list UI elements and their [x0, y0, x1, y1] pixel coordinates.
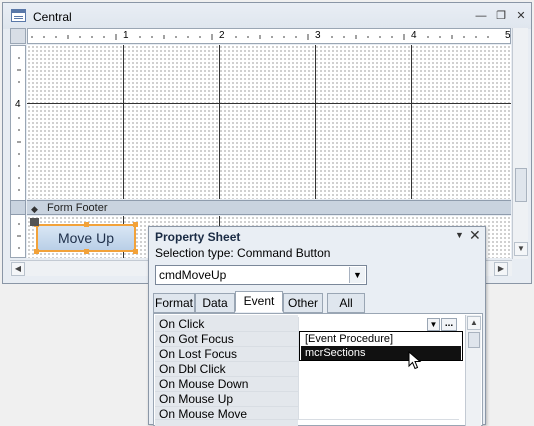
- property-name: On Click: [159, 317, 205, 331]
- tab-format[interactable]: Format: [153, 293, 195, 313]
- close-icon[interactable]: ✕: [469, 227, 481, 244]
- minimize-icon[interactable]: —: [473, 9, 489, 23]
- section-selector[interactable]: [10, 200, 26, 215]
- grid-line: [27, 103, 511, 104]
- scroll-left-icon[interactable]: ◀: [11, 262, 25, 276]
- form-footer-bar[interactable]: ◆ Form Footer: [27, 200, 511, 215]
- property-value[interactable]: [298, 377, 459, 392]
- horizontal-ruler[interactable]: 1 2 3 4 5: [27, 28, 511, 44]
- property-sheet: Property Sheet ▼ ✕ Selection type: Comma…: [148, 226, 486, 426]
- property-name: On Mouse Down: [159, 377, 249, 391]
- selection-handle[interactable]: [133, 249, 138, 254]
- ruler-label: 2: [219, 30, 225, 41]
- selection-handle[interactable]: [34, 249, 39, 254]
- grid-line: [219, 45, 220, 199]
- chevron-down-icon[interactable]: ▼: [427, 318, 440, 331]
- selection-handle[interactable]: [84, 249, 89, 254]
- grid-line: [315, 45, 316, 199]
- selection-handle[interactable]: [133, 222, 138, 227]
- property-name: On Got Focus: [159, 332, 234, 346]
- window-title: Central: [33, 10, 72, 24]
- event-dropdown-list[interactable]: [Event Procedure] mcrSections: [299, 331, 463, 361]
- form-selector[interactable]: [10, 28, 26, 44]
- window-titlebar[interactable]: Central — ❐ ✕: [3, 3, 531, 29]
- restore-icon[interactable]: ❐: [493, 9, 509, 23]
- tab-event[interactable]: Event: [235, 291, 283, 312]
- mouse-pointer-icon: [408, 351, 422, 370]
- property-row-on-click[interactable]: On Click: [155, 317, 459, 332]
- detail-section[interactable]: [27, 45, 511, 199]
- property-row-on-mouse-down[interactable]: On Mouse Down: [155, 377, 459, 392]
- grid-line: [411, 45, 412, 199]
- scroll-up-icon[interactable]: ▲: [467, 316, 481, 330]
- close-icon[interactable]: ✕: [513, 9, 529, 23]
- ruler-ticks: [31, 34, 489, 40]
- tab-all[interactable]: All: [327, 293, 365, 313]
- ruler-label: 4: [15, 99, 21, 110]
- ruler-label: 5: [505, 30, 511, 41]
- selection-handle[interactable]: [84, 222, 89, 227]
- tab-data[interactable]: Data: [195, 293, 235, 313]
- grid-line: [123, 45, 124, 199]
- scroll-thumb[interactable]: [468, 332, 480, 348]
- tab-other[interactable]: Other: [283, 293, 323, 313]
- property-row-on-mouse-move[interactable]: On Mouse Move: [155, 407, 459, 420]
- form-icon: [11, 9, 26, 22]
- property-name: On Dbl Click: [159, 362, 226, 376]
- section-icon: ◆: [31, 204, 38, 214]
- dropdown-option-event-procedure[interactable]: [Event Procedure]: [301, 332, 461, 346]
- scroll-right-icon[interactable]: ▶: [494, 262, 508, 276]
- property-name: On Lost Focus: [159, 347, 238, 361]
- ruler-ticks: [17, 57, 21, 249]
- property-value[interactable]: [298, 362, 459, 377]
- property-scrollbar[interactable]: ▲: [465, 315, 481, 426]
- selection-type-label: Selection type: Command Button: [155, 246, 331, 260]
- vertical-scrollbar[interactable]: ▼: [512, 28, 528, 259]
- property-sheet-title: Property Sheet: [155, 230, 241, 244]
- move-handle[interactable]: [30, 218, 39, 226]
- scroll-down-icon[interactable]: ▼: [514, 242, 528, 256]
- pane-menu-icon[interactable]: ▼: [455, 230, 464, 240]
- property-value[interactable]: [298, 407, 459, 419]
- chevron-down-icon[interactable]: ▼: [349, 267, 365, 283]
- ruler-label: 1: [123, 30, 129, 41]
- property-name: On Mouse Move: [159, 407, 248, 420]
- ruler-label: 4: [411, 30, 417, 41]
- ruler-label: 3: [315, 30, 321, 41]
- dropdown-option-mcrsections[interactable]: mcrSections: [301, 346, 461, 360]
- build-button[interactable]: ...: [441, 318, 457, 331]
- property-name: On Mouse Up: [159, 392, 234, 406]
- object-selector-combo[interactable]: cmdMoveUp ▼: [155, 265, 367, 285]
- property-row-on-mouse-up[interactable]: On Mouse Up: [155, 392, 459, 407]
- property-value[interactable]: [298, 392, 459, 407]
- move-up-button[interactable]: Move Up: [36, 224, 136, 252]
- scroll-thumb[interactable]: [515, 168, 527, 202]
- vertical-ruler[interactable]: 4: [10, 45, 26, 258]
- form-footer-label: Form Footer: [47, 202, 108, 214]
- object-name: cmdMoveUp: [159, 268, 227, 282]
